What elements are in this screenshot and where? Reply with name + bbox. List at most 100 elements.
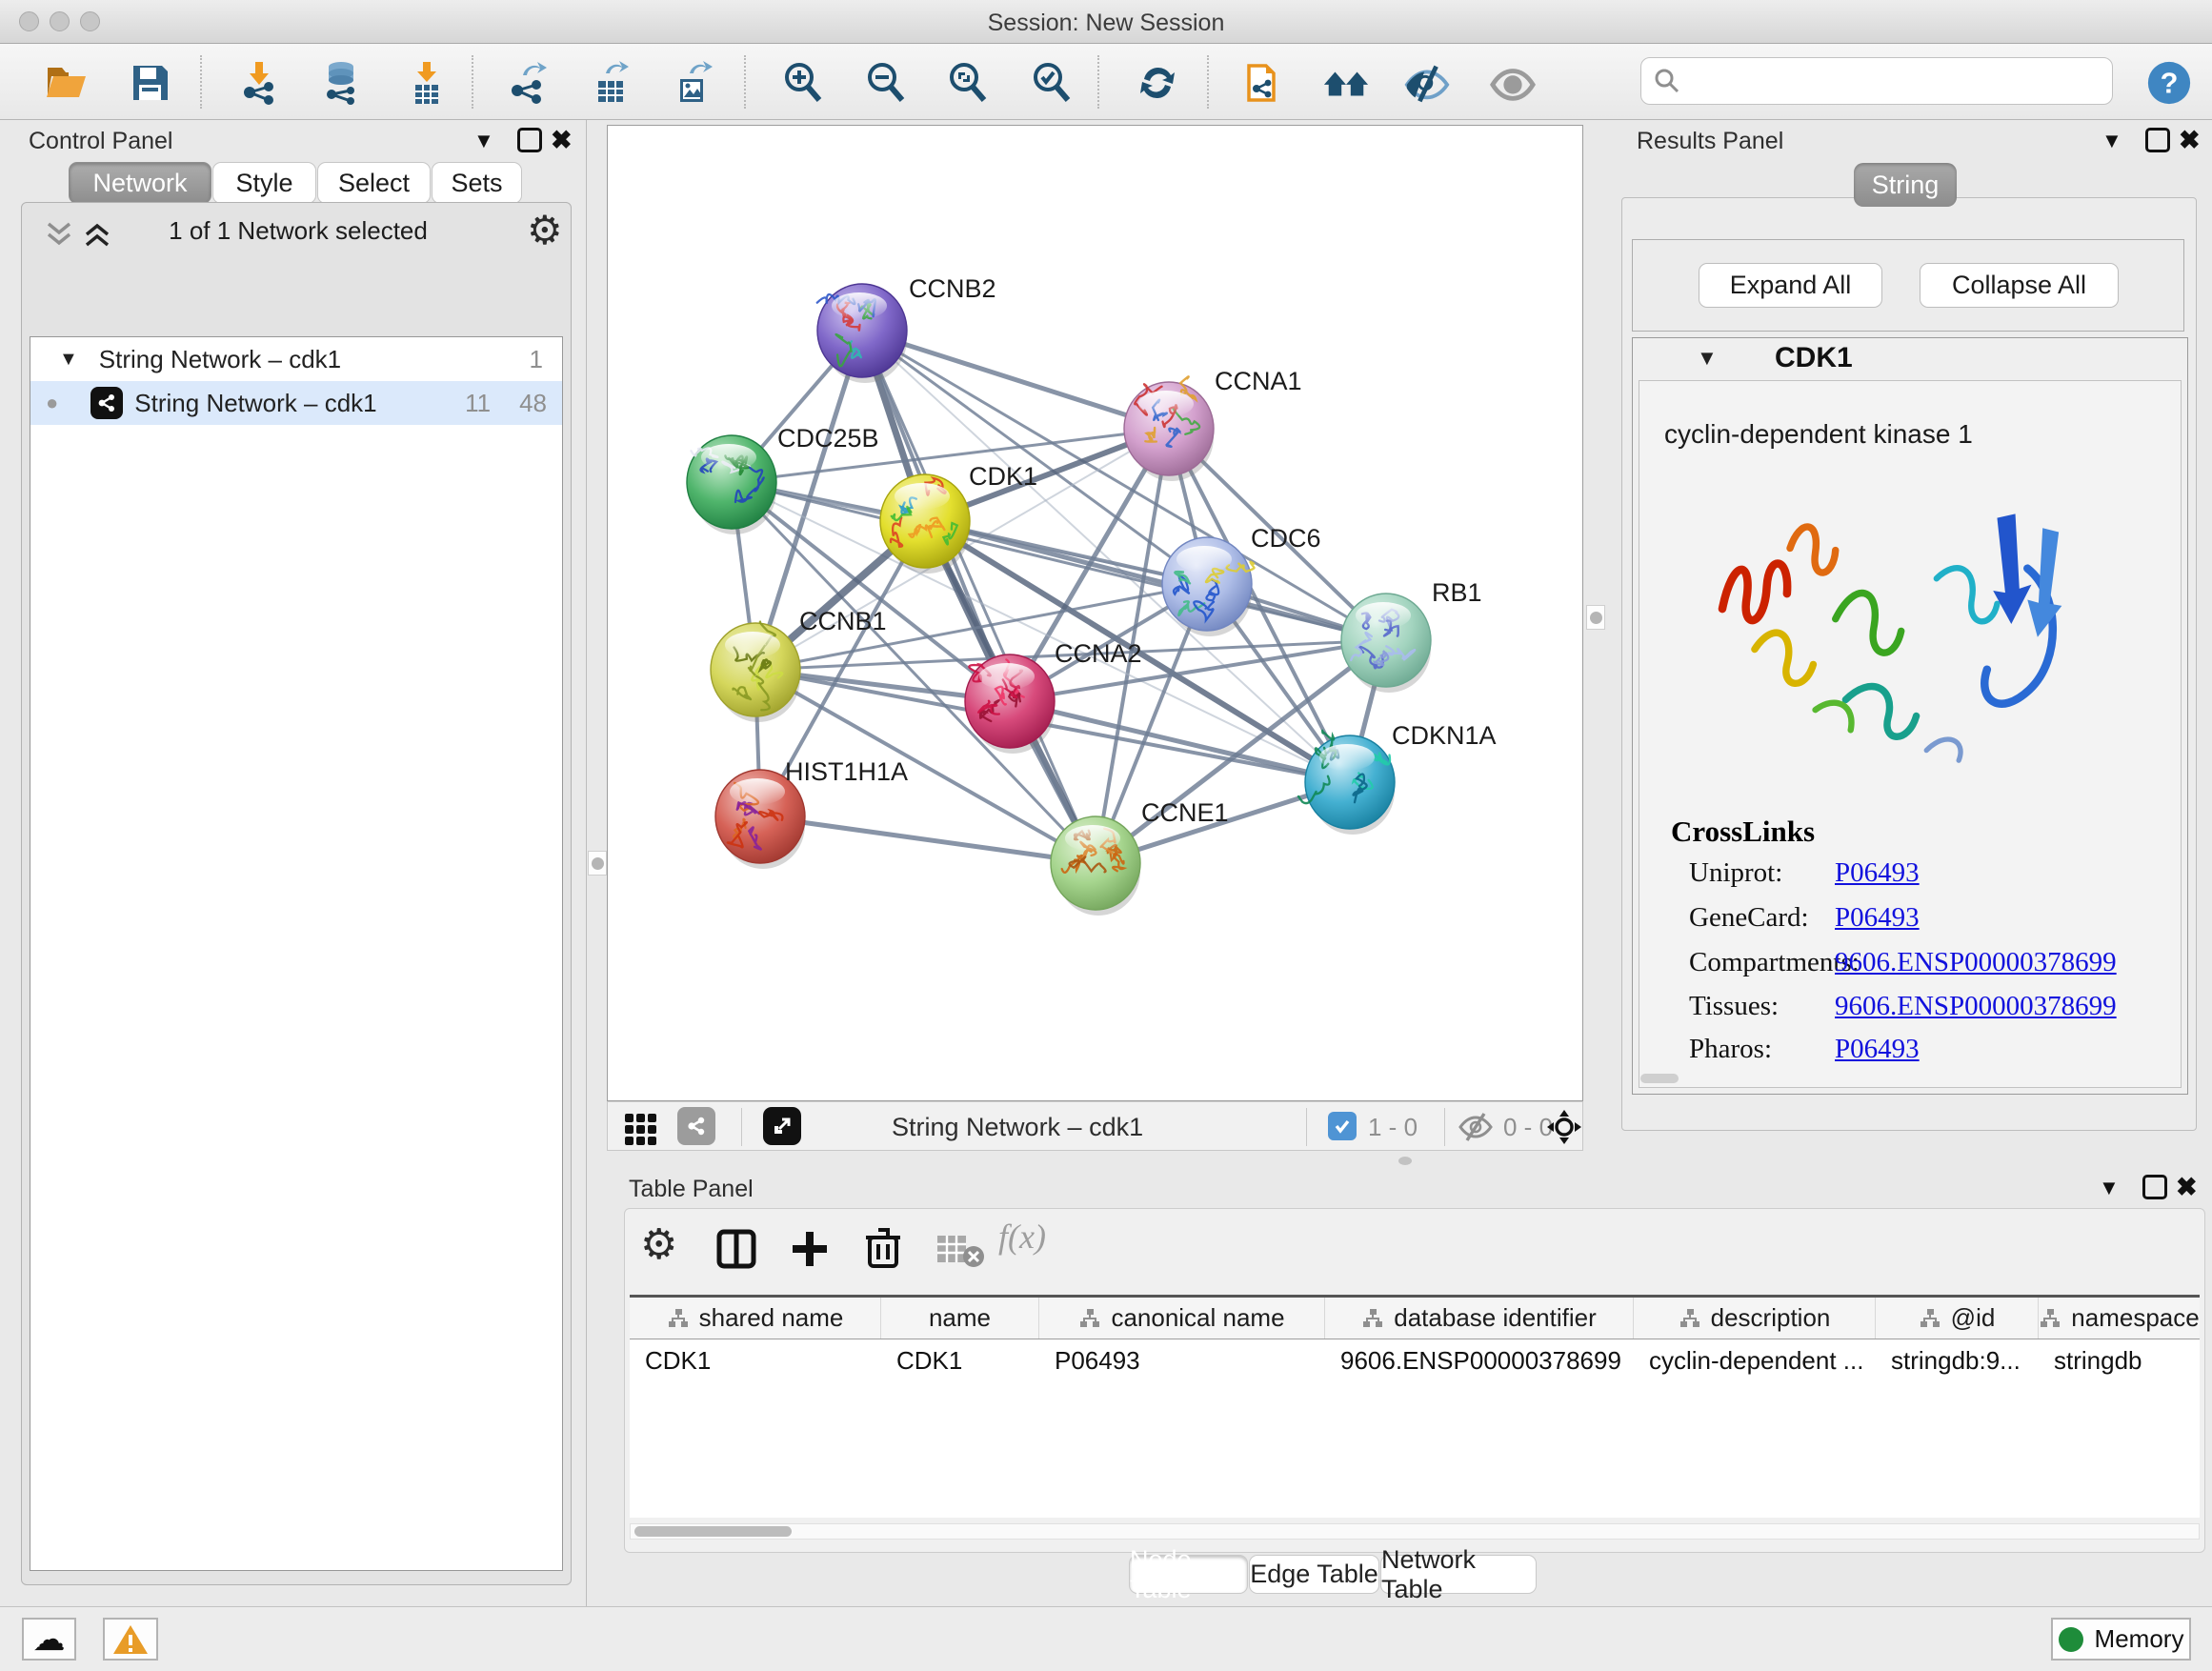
column-header[interactable]: canonical name [1039,1298,1325,1339]
column-header[interactable]: shared name [630,1298,881,1339]
cell-name[interactable]: CDK1 [881,1339,1039,1381]
search-input[interactable] [1681,68,2091,94]
crosslink-link[interactable]: 9606.ENSP00000378699 [1835,991,2117,1022]
crosslink-link[interactable]: P06493 [1835,1034,1920,1065]
results-panel-collapse-icon[interactable]: ▼ [2101,131,2122,151]
warnings-button[interactable] [103,1618,158,1661]
delete-column-trash-icon[interactable] [862,1226,904,1270]
results-panel-title: Results Panel [1637,128,1783,155]
show-eye-icon[interactable] [1489,59,1537,107]
fit-content-crosshair-icon[interactable] [1546,1109,1582,1145]
results-hscroll-thumb[interactable] [1640,1074,1679,1083]
import-network-icon[interactable] [235,59,283,107]
cell-database-identifier[interactable]: 9606.ENSP00000378699 [1325,1339,1634,1381]
show-columns-icon[interactable] [715,1228,757,1270]
table-scrollbar-thumb[interactable] [634,1526,792,1537]
table-panel-close-icon[interactable]: ✖ [2176,1175,2198,1200]
network-share-icon[interactable] [677,1107,715,1145]
crosslink-link[interactable]: 9606.ENSP00000378699 [1835,947,2117,978]
collapse-all-networks-icon[interactable] [81,220,113,249]
tab-style[interactable]: Style [212,162,316,204]
table-horizontal-scrollbar[interactable] [630,1523,2200,1540]
column-header[interactable]: database identifier [1325,1298,1634,1339]
crosslink-row: Compartments: 9606.ENSP00000378699 [1689,947,2117,978]
tab-network[interactable]: Network [69,162,211,204]
left-splitter-handle[interactable] [588,851,607,876]
export-table-icon[interactable] [588,59,635,107]
expand-all-networks-icon[interactable] [43,220,75,249]
birdseye-grid-icon[interactable] [625,1114,656,1145]
network-tree: ▼ String Network – cdk1 1 ● String Netwo… [30,336,563,1571]
crosslinks-title: CrossLinks [1671,815,1815,849]
cloud-icon: ☁ [33,1623,66,1656]
network-tree-root-row[interactable]: ▼ String Network – cdk1 1 [30,337,562,381]
column-header[interactable]: name [881,1298,1039,1339]
table-panel-float-icon[interactable] [2142,1175,2167,1199]
cell-canonical-name[interactable]: P06493 [1039,1339,1325,1381]
control-panel-collapse-icon[interactable]: ▼ [473,131,494,151]
cdk1-collapse-icon[interactable]: ▼ [1697,346,1718,371]
search-bar[interactable] [1640,57,2113,105]
add-column-plus-icon[interactable] [789,1228,831,1270]
tab-select[interactable]: Select [317,162,431,204]
toolbar-separator [1306,1108,1307,1146]
crosslink-link[interactable]: P06493 [1835,857,1920,889]
open-in-window-icon[interactable] [763,1107,801,1145]
node-table: shared name name canonical name database… [630,1295,2200,1518]
tree-expander-icon[interactable]: ▼ [59,349,78,371]
control-panel-title: Control Panel [29,128,172,155]
results-panel-close-icon[interactable]: ✖ [2179,128,2201,153]
network-tree-child-row[interactable]: ● String Network – cdk1 11 48 [30,381,562,425]
open-session-icon[interactable] [43,59,90,107]
network-options-gear-icon[interactable]: ⚙ [527,207,563,253]
column-header[interactable]: namespace [2039,1298,2200,1339]
table-row[interactable]: CDK1 CDK1 P06493 9606.ENSP00000378699 cy… [630,1339,2200,1381]
column-header[interactable]: @id [1876,1298,2039,1339]
zoom-fit-icon[interactable] [944,59,992,107]
table-options-gear-icon[interactable]: ⚙ [640,1220,677,1269]
network-view-canvas[interactable]: CCNB2CCNA1CDC25BCDK1CDC6RB1CCNB1CCNA2CDK… [607,125,1583,1101]
cell-namespace[interactable]: stringdb [2039,1339,2200,1381]
expand-all-button[interactable]: Expand All [1699,263,1882,308]
import-table-icon[interactable] [403,59,451,107]
search-icon [1653,67,1681,95]
cell-shared-name[interactable]: CDK1 [630,1339,881,1381]
save-session-icon[interactable] [127,59,174,107]
memory-button[interactable]: Memory [2051,1618,2191,1661]
import-network-database-icon[interactable] [317,59,365,107]
export-network-icon[interactable] [505,59,553,107]
tab-edge-table[interactable]: Edge Table [1249,1555,1379,1594]
refresh-icon[interactable] [1134,59,1181,107]
tab-node-table[interactable]: Node Table [1129,1555,1248,1594]
collapse-all-button[interactable]: Collapse All [1920,263,2119,308]
network-collection-label: String Network – cdk1 [99,345,341,374]
cdk1-details: cyclin-dependent kinase 1 CrossLinks [1639,380,2182,1088]
cloud-button[interactable]: ☁ [22,1618,76,1661]
tab-sets[interactable]: Sets [432,162,522,204]
results-panel-float-icon[interactable] [2145,128,2170,152]
zoom-out-icon[interactable] [862,59,910,107]
control-panel-close-icon[interactable]: ✖ [551,128,573,153]
svg-text:CCNB1: CCNB1 [799,607,887,635]
export-image-icon[interactable] [670,59,717,107]
hide-selected-eye-icon[interactable] [1403,59,1451,107]
right-splitter-handle[interactable] [1586,605,1605,630]
string-network-graph[interactable]: CCNB2CCNA1CDC25BCDK1CDC6RB1CCNB1CCNA2CDK… [608,126,1582,1100]
zoom-selected-icon[interactable] [1028,59,1076,107]
crosslink-link[interactable]: P06493 [1835,902,1920,934]
tab-string[interactable]: String [1854,163,1957,207]
selected-nodes-checkbox[interactable] [1328,1112,1357,1140]
column-header[interactable]: description [1634,1298,1876,1339]
control-panel-float-icon[interactable] [517,128,542,152]
cell-description[interactable]: cyclin-dependent ... [1634,1339,1876,1381]
cell-id[interactable]: stringdb:9... [1876,1339,2039,1381]
zoom-in-icon[interactable] [779,59,827,107]
network-label: String Network – cdk1 [134,389,376,418]
horizontal-splitter-handle[interactable] [1398,1157,1412,1165]
share-document-icon[interactable] [1240,59,1288,107]
table-panel-collapse-icon[interactable]: ▼ [2099,1178,2120,1198]
collection-count: 1 [530,345,543,374]
tab-network-table[interactable]: Network Table [1380,1555,1537,1594]
help-icon[interactable]: ? [2145,59,2193,107]
homes-icon[interactable] [1322,59,1370,107]
